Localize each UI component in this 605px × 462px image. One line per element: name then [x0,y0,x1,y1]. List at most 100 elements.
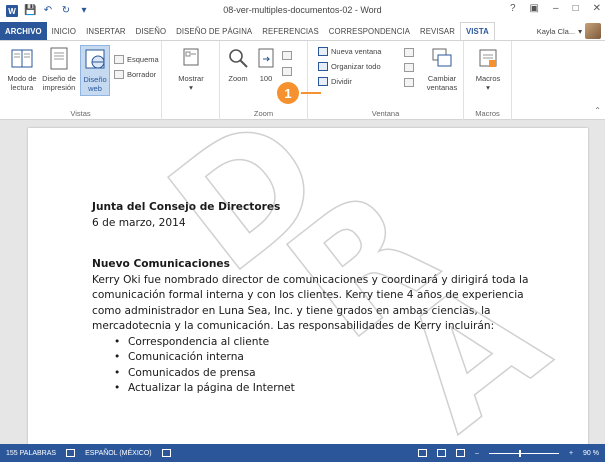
show-icon [183,48,199,66]
split-icon [318,77,328,86]
zoom-slider-thumb[interactable] [519,449,522,457]
multiple-pages-icon[interactable] [282,67,292,76]
mostrar-button[interactable]: Mostrar ▾ [171,47,211,92]
tab-diseno-de-pagina[interactable]: DISEÑO DE PÁGINA [171,22,257,40]
group-zoom: Zoom 100 Zoom [220,41,308,121]
redo-icon[interactable]: ↻ [60,5,72,17]
chevron-down-icon: ▾ [578,26,582,36]
quick-access-toolbar: W 💾 ↶ ↻ ▾ [0,5,90,17]
macro-record-icon[interactable] [161,449,171,457]
status-bar: 155 PALABRAS ESPAÑOL (MÉXICO) – + 90 % [0,444,605,462]
title-bar: W 💾 ↶ ↻ ▾ 08-ver-multiples-documentos-02… [0,0,605,22]
mostrar-label: Mostrar [178,74,204,83]
macros-icon [479,49,497,67]
new-window-icon [318,47,328,56]
dividir-label: Dividir [331,77,352,86]
maximize-icon[interactable]: □ [573,3,579,14]
tab-inicio[interactable]: INICIO [47,22,81,40]
tab-diseno[interactable]: DISEÑO [131,22,172,40]
document-subheading: Nuevo Comunicaciones [92,258,230,270]
callout-badge: 1 [277,82,299,104]
minimize-icon[interactable]: – [553,3,559,14]
magnifier-icon [229,49,248,68]
help-icon[interactable]: ? [510,3,516,14]
proofing-icon[interactable] [66,449,76,457]
group-label-zoom: Zoom [253,109,274,118]
tab-referencias[interactable]: REFERENCIAS [257,22,324,40]
borrador-button[interactable]: Borrador [114,70,156,79]
callout-pointer [299,92,321,94]
print-layout-view-icon[interactable] [437,449,447,457]
group-ventana: Nueva ventana Organizar todo Dividir Cam… [308,41,464,121]
word-icon[interactable]: W [6,5,18,17]
organizar-todo-button[interactable]: Organizar todo [318,62,381,71]
ribbon-display-icon[interactable]: ▣ [530,3,539,14]
view-side-by-side-icon[interactable] [404,48,414,57]
zoom-button[interactable]: Zoom [224,47,252,83]
reset-window-position-icon[interactable] [404,78,414,87]
tab-archivo[interactable]: ARCHIVO [0,22,47,40]
borrador-label: Borrador [127,70,157,79]
tab-insertar[interactable]: INSERTAR [81,22,131,40]
switch-windows-icon [432,48,452,67]
zoom-in-icon[interactable]: + [569,450,573,457]
zoom-100-label: 100 [259,74,273,83]
user-account[interactable]: Kayla Cla... ▾ [537,22,605,40]
tab-vista[interactable]: VISTA [459,22,495,40]
customize-qat-icon[interactable]: ▾ [78,5,90,17]
document-area[interactable]: Junta del Consejo de Directores 6 de mar… [0,120,605,444]
page-100-icon [258,48,274,68]
cambiar-ventanas-button[interactable]: Cambiar ventanas [422,47,462,92]
one-page-icon[interactable] [282,51,292,60]
zoom-level[interactable]: 90 % [583,450,599,457]
bullet-list: Correspondencia al cliente Comunicación … [92,335,532,397]
diseno-web-button[interactable]: Diseño web [80,45,110,96]
group-label-vistas: Vistas [70,109,91,118]
chevron-down-icon: ▾ [189,83,193,92]
print-layout-icon [50,47,68,70]
dividir-button[interactable]: Dividir [318,77,352,86]
draft-icon [114,70,124,79]
user-name: Kayla Cla... [536,26,576,36]
document-paragraph: Kerry Oki fue nombrado director de comun… [92,273,529,333]
sync-scrolling-icon[interactable] [404,63,414,72]
zoom-out-icon[interactable]: – [475,450,479,457]
group-label-ventana: Ventana [371,109,400,118]
word-count[interactable]: 155 PALABRAS [6,450,56,457]
undo-icon[interactable]: ↶ [42,5,54,17]
nueva-ventana-button[interactable]: Nueva ventana [318,47,381,56]
list-item: Comunicación interna [114,350,532,366]
list-item: Comunicados de prensa [114,366,532,382]
group-vistas: Modo de lectura Diseño de impresión Dise… [0,41,162,121]
save-icon[interactable]: 💾 [24,5,36,17]
document-page[interactable]: Junta del Consejo de Directores 6 de mar… [28,128,588,444]
zoom-100-button[interactable]: 100 [252,47,280,83]
collapse-ribbon-icon[interactable]: ⌃ [594,106,601,115]
list-item: Actualizar la página de Internet [114,381,532,397]
cambiar-ventanas-label: Cambiar ventanas [426,74,458,92]
tab-revisar[interactable]: REVISAR [415,22,460,40]
ribbon: Modo de lectura Diseño de impresión Dise… [0,40,605,121]
document-body[interactable]: Junta del Consejo de Directores 6 de mar… [92,200,532,397]
group-mostrar: Mostrar ▾ [162,41,220,121]
read-mode-view-icon[interactable] [418,449,428,457]
zoom-slider[interactable] [488,449,559,457]
macros-button[interactable]: Macros ▾ [470,47,506,92]
outline-icon [114,55,124,64]
group-label-macros: Macros [475,109,500,118]
esquema-button[interactable]: Esquema [114,55,159,64]
list-item: Correspondencia al cliente [114,335,532,351]
read-mode-icon [11,49,33,68]
web-layout-view-icon[interactable] [456,449,466,457]
language-status[interactable]: ESPAÑOL (MÉXICO) [85,450,152,457]
status-right: – + 90 % [418,449,605,457]
document-heading: Junta del Consejo de Directores [92,201,281,213]
diseno-web-label: Diseño web [83,75,107,93]
modo-lectura-button[interactable]: Modo de lectura [4,47,40,92]
close-icon[interactable]: ✕ [593,3,601,14]
chevron-down-icon: ▾ [486,83,490,92]
diseno-impresion-button[interactable]: Diseño de impresión [40,47,78,92]
zoom-label: Zoom [228,74,248,83]
document-date: 6 de marzo, 2014 [92,216,186,229]
tab-correspondencia[interactable]: CORRESPONDENCIA [324,22,415,40]
